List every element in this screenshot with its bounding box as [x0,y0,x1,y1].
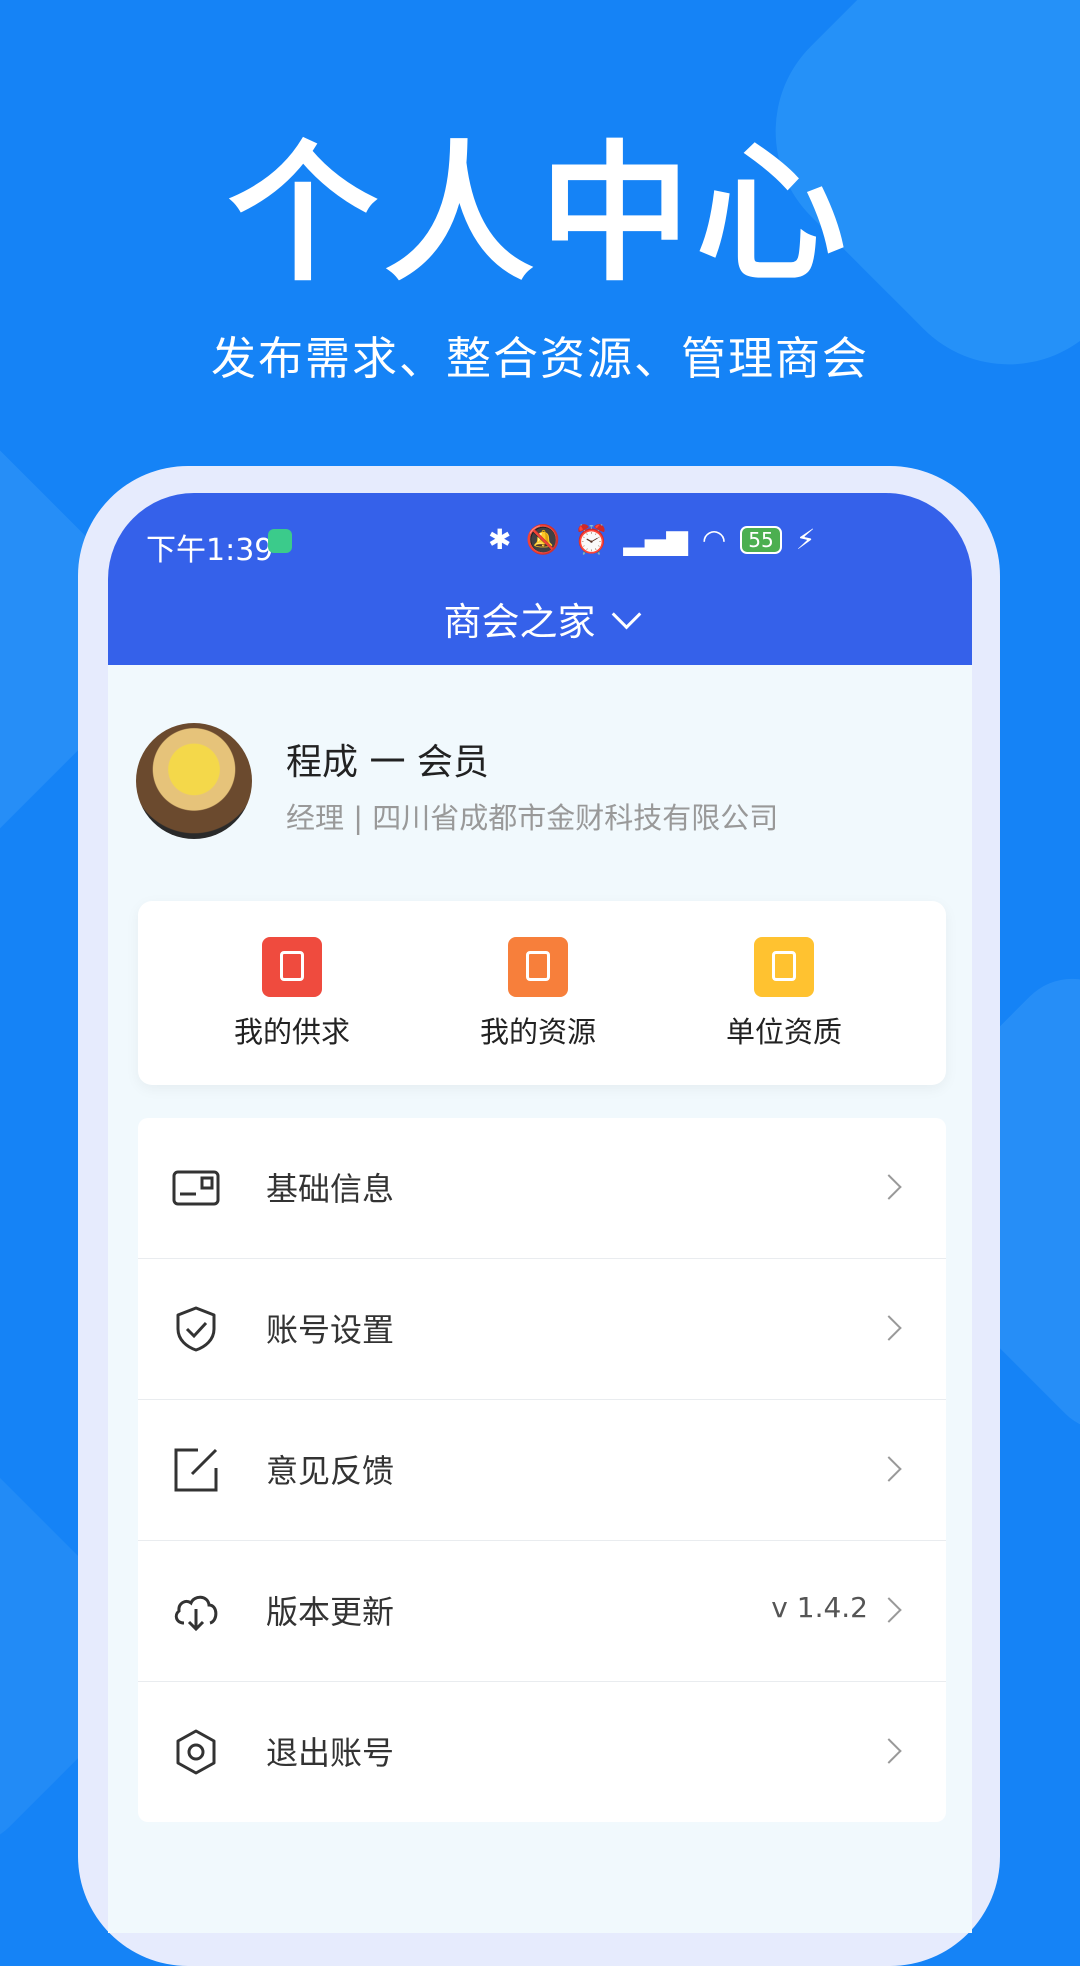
cloud-download-icon [174,1595,218,1632]
chevron-right-icon [876,1738,902,1764]
quick-action-label: 我的资源 [479,1015,596,1049]
phone-screen: 下午1:39 ✱ 🔕 ⏰ ▂▄▆ ◠ 55 ⚡ 商会之家 程成 一 会员 经理 … [108,493,972,1933]
shield-check-icon [176,1306,216,1352]
menu-item-feedback[interactable]: 意见反馈 [138,1400,946,1541]
chevron-right-icon [876,1315,902,1341]
chevron-right-icon [876,1597,902,1623]
notification-app-icon [268,529,292,553]
hero-subtitle: 发布需求、整合资源、管理商会 [210,332,869,385]
resource-icon [508,937,568,997]
supply-demand-icon [262,937,322,997]
edit-icon [174,1448,218,1492]
hero-title: 个人中心 [227,128,852,302]
signal-icon: ▂▄▆ [623,523,688,556]
quick-actions-card: 我的供求 我的资源 单位资质 [138,901,946,1085]
menu-item-label: 版本更新 [266,1593,395,1631]
id-card-icon [172,1170,220,1206]
user-company: 经理 | 四川省成都市金财科技有限公司 [286,801,779,835]
menu-item-version-update[interactable]: 版本更新 v 1.4.2 [138,1541,946,1682]
settings-menu: 基础信息 账号设置 意见反馈 版本更新 v 1.4.2 退出账号 [138,1118,946,1822]
version-value: v 1.4.2 [771,1591,868,1624]
app-title-dropdown[interactable]: 商会之家 [108,591,972,646]
quick-action-label: 单位资质 [725,1015,842,1049]
menu-item-account-settings[interactable]: 账号设置 [138,1259,946,1400]
quick-action-supply-demand[interactable]: 我的供求 [212,937,372,1051]
chevron-right-icon [876,1456,902,1482]
top-bar: 下午1:39 ✱ 🔕 ⏰ ▂▄▆ ◠ 55 ⚡ 商会之家 [108,493,972,665]
app-title: 商会之家 [443,600,596,644]
status-icons: ✱ 🔕 ⏰ ▂▄▆ ◠ 55 ⚡ [488,523,815,556]
avatar[interactable] [136,723,252,839]
menu-item-label: 账号设置 [266,1311,395,1349]
quick-action-label: 我的供求 [233,1015,350,1049]
alarm-icon: ⏰ [574,523,610,556]
chevron-down-icon [611,599,641,630]
menu-item-label: 意见反馈 [266,1452,395,1490]
menu-item-label: 退出账号 [266,1734,395,1772]
quick-action-certificate[interactable]: 单位资质 [704,937,864,1051]
charging-icon: ⚡ [795,523,816,556]
battery-icon: 55 [740,525,782,554]
menu-item-logout[interactable]: 退出账号 [138,1682,946,1822]
user-name: 程成 一 会员 [286,742,489,783]
quick-action-resources[interactable]: 我的资源 [458,937,618,1051]
mute-icon: 🔕 [525,523,561,556]
chevron-right-icon [876,1174,902,1200]
menu-item-basic-info[interactable]: 基础信息 [138,1118,946,1259]
certificate-icon [754,937,814,997]
wifi-icon: ◠ [701,523,727,556]
bluetooth-icon: ✱ [488,523,512,556]
menu-item-label: 基础信息 [266,1170,395,1208]
hexagon-logout-icon [176,1729,216,1775]
status-time: 下午1:39 [146,533,274,568]
